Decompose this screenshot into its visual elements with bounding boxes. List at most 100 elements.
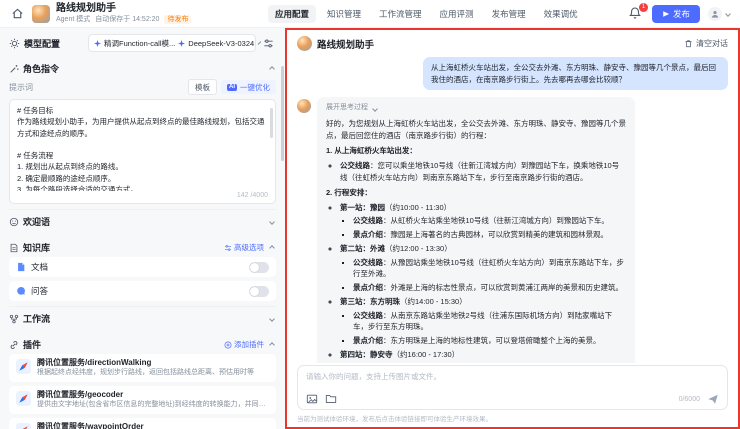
prompt-char-count: 142 /4000 [17, 191, 268, 200]
role-instruction-title: 角色指令 [23, 62, 59, 75]
reply-step-2: 2. 行程安排： 第一站：豫园（约10:00 - 11:30） 公交线路：从虹桥… [326, 187, 626, 363]
reply-intro: 好的，为您规划从上海虹桥火车站出发，全公交去外滩、东方明珠、静安寺、豫园等几个景… [326, 118, 626, 141]
workflow-icon [9, 314, 19, 324]
itinerary-station: 第三站：东方明珠（约14:00 - 15:30） 公交线路：从南京东路站乘坐地铁… [340, 296, 626, 346]
knowledge-doc-row: 文档 [9, 257, 276, 277]
compass-icon [16, 391, 31, 406]
tab-app-config[interactable]: 应用配置 [268, 5, 316, 23]
config-panel: 模型配置 精调Function-call模... DeepSeek-V3-032… [0, 28, 285, 429]
wand-icon [9, 64, 19, 74]
image-upload-icon[interactable] [306, 393, 318, 405]
smiley-icon [9, 217, 19, 227]
plugins-section-header[interactable]: 插件 添加插件 [9, 333, 276, 354]
plugin-item-waypoint-order[interactable]: 腾讯位置服务/waypointOrder 基于驾车路线规划，对输入的途经点以最顺… [9, 418, 276, 429]
collapse-icon [269, 342, 275, 348]
thinking-process-toggle[interactable]: 展开思考过程 [326, 103, 626, 114]
knowledge-qa-row: 问答 [9, 281, 276, 301]
role-instruction-header[interactable]: 角色指令 [9, 57, 276, 78]
user-menu-chevron-icon [725, 11, 731, 17]
expand-icon [269, 219, 275, 225]
chat-input-box[interactable]: 0/6000 [297, 365, 728, 410]
chevron-down-icon [372, 106, 378, 112]
template-button[interactable]: 模板 [188, 79, 217, 95]
itinerary-station: 第一站：豫园（约10:00 - 11:30） 公交线路：从虹桥火车站乘坐地铁10… [340, 202, 626, 240]
qa-chat-icon [16, 286, 26, 296]
file-upload-icon[interactable] [325, 393, 337, 405]
expand-icon [269, 316, 275, 322]
autosave-status: 自动保存于 14:52:20 [95, 16, 159, 24]
tab-workflow[interactable]: 工作流管理 [372, 5, 429, 23]
workflow-section-header[interactable]: 工作流 [9, 306, 276, 328]
model-spark-icon [94, 40, 101, 47]
user-message: 从上海虹桥火车站出发，全公交去外滩、东方明珠、静安寺、豫园等几个景点，最后回我住… [297, 57, 728, 90]
doc-file-icon [16, 262, 26, 272]
assistant-name: 路线规划助手 [317, 37, 679, 51]
plugin-item-geocoder[interactable]: 腾讯位置服务/geocoder 提供由文字地址(包含省市区信息的完整地址)到经纬… [9, 386, 276, 414]
prompt-editor[interactable]: # 任务目标 作为路线规划小助手，为用户提供从起点到终点的最佳路线规划，包括交通… [9, 99, 276, 204]
prompt-scrollbar[interactable] [270, 108, 273, 138]
knowledge-title: 知识库 [23, 241, 50, 254]
left-panel-scrollbar[interactable] [281, 66, 284, 161]
assistant-message-avatar [297, 99, 311, 113]
link-icon [9, 340, 19, 350]
welcome-title: 欢迎语 [23, 215, 50, 228]
home-button[interactable] [8, 5, 26, 23]
ai-optimize-button[interactable]: AI 一键优化 [221, 80, 276, 94]
itinerary-station: 第四站：静安寺（约16:00 - 17:30） 公交线路：从陆家嘴站乘坐地铁2号… [340, 349, 626, 363]
home-icon [11, 7, 24, 20]
chat-input[interactable] [306, 371, 719, 384]
chat-preview-panel: 路线规划助手 清空对话 从上海虹桥火车站出发，全公交去外滩、东方明珠、静安寺、豫… [285, 28, 740, 429]
assistant-avatar [297, 36, 312, 51]
prompt-text[interactable]: # 任务目标 作为路线规划小助手，为用户提供从起点到终点的最佳路线规划，包括交通… [17, 105, 268, 191]
model-spark-icon [178, 40, 185, 47]
model-config-title: 模型配置 [24, 37, 60, 50]
app-title: 路线规划助手 [56, 3, 191, 14]
knowledge-section-header[interactable]: 知识库 高级选项 [9, 236, 276, 257]
reply-step-1: 1. 从上海虹桥火车站出发： 公交线路：您可以乘坐地铁10号线（往新江湾城方向）… [326, 145, 626, 183]
notification-badge: 1 [639, 3, 648, 12]
tab-tuning[interactable]: 效果调优 [537, 5, 585, 23]
model-primary: 精调Function-call模... [104, 38, 175, 49]
message-list: 从上海虹桥火车站出发，全公交去外滩、东方明珠、静安寺、豫园等几个景点，最后回我住… [287, 55, 738, 363]
top-tabs: 应用配置 知识管理 工作流管理 应用评测 发布管理 效果调优 [258, 5, 628, 23]
plugins-title: 插件 [23, 338, 41, 351]
welcome-section-header[interactable]: 欢迎语 [9, 209, 276, 231]
qa-toggle[interactable] [249, 286, 269, 297]
qa-label: 问答 [31, 285, 244, 297]
document-icon [9, 243, 19, 253]
user-avatar-icon [708, 7, 722, 21]
user-message-bubble: 从上海虹桥火车站出发，全公交去外滩、东方明珠、静安寺、豫园等几个景点，最后回我住… [423, 57, 728, 90]
publish-button[interactable]: 发布 [652, 5, 700, 23]
plugin-item-direction-walking[interactable]: 腾讯位置服务/directionWalking 根据起终点经纬度，规划步行路线，… [9, 354, 276, 382]
clear-conversation-button[interactable]: 清空对话 [684, 38, 728, 49]
add-plugin-link[interactable]: 添加插件 [224, 339, 264, 350]
user-menu[interactable] [708, 7, 732, 21]
tab-release[interactable]: 发布管理 [485, 5, 533, 23]
tab-evaluation[interactable]: 应用评测 [433, 5, 481, 23]
notification-button[interactable]: 1 [628, 6, 644, 22]
agent-mode-label: Agent 模式 [56, 16, 90, 24]
collapse-icon [269, 66, 275, 72]
ai-badge: AI [227, 84, 237, 91]
publish-icon [662, 10, 670, 18]
doc-toggle[interactable] [249, 262, 269, 273]
gear-icon [9, 38, 20, 49]
prompt-label: 提示词 [9, 82, 33, 93]
collapse-icon [269, 245, 275, 251]
status-badge: 待发布 [164, 15, 191, 24]
tab-knowledge[interactable]: 知识管理 [320, 5, 368, 23]
workflow-title: 工作流 [23, 312, 50, 325]
compass-icon [16, 359, 31, 374]
itinerary-station: 第二站：外滩（约12:00 - 13:30） 公交线路：从豫园站乘坐地铁10号线… [340, 243, 626, 293]
trash-icon [684, 39, 693, 48]
advanced-options-link[interactable]: 高级选项 [224, 242, 264, 253]
assistant-message: 展开思考过程 好的，为您规划从上海虹桥火车站出发，全公交去外滩、东方明珠、静安寺… [297, 97, 728, 363]
assistant-message-bubble: 展开思考过程 好的，为您规划从上海虹桥火车站出发，全公交去外滩、东方明珠、静安寺… [317, 97, 635, 363]
input-char-counter: 0/6000 [679, 396, 700, 403]
model-secondary: DeepSeek-V3-0324 [188, 39, 254, 48]
model-select[interactable]: 精调Function-call模... DeepSeek-V3-0324 [88, 34, 256, 52]
model-settings-button[interactable] [260, 35, 276, 51]
doc-label: 文档 [31, 261, 244, 273]
top-bar: 路线规划助手 Agent 模式 自动保存于 14:52:20 待发布 应用配置 … [0, 0, 740, 28]
send-icon[interactable] [707, 393, 719, 405]
